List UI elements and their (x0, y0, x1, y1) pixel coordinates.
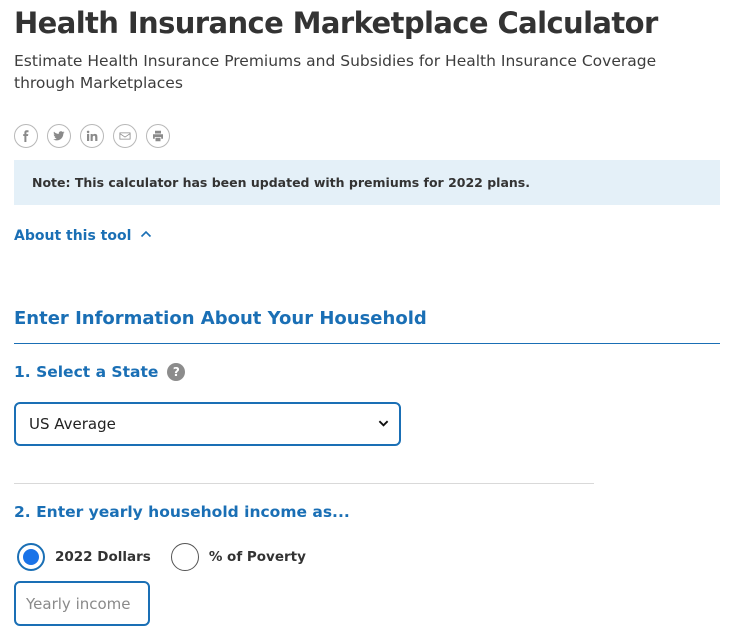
state-step-label-text: 1. Select a State (14, 363, 159, 381)
chevron-down-icon (378, 415, 389, 433)
household-section-heading: Enter Information About Your Household (14, 308, 427, 329)
income-step-label-text: 2. Enter yearly household income as... (14, 503, 350, 521)
print-icon (152, 127, 164, 146)
linkedin-icon (86, 127, 98, 146)
print-button[interactable] (146, 124, 170, 148)
linkedin-share-button[interactable] (80, 124, 104, 148)
income-step-label: 2. Enter yearly household income as... (14, 503, 350, 521)
twitter-share-button[interactable] (47, 124, 71, 148)
radio-option-poverty[interactable]: % of Poverty (170, 543, 306, 571)
radio-dollars[interactable] (17, 543, 45, 571)
step-divider (14, 483, 594, 484)
income-type-radio-group: 2022 Dollars % of Poverty (17, 543, 326, 571)
state-select-value: US Average (29, 415, 116, 433)
update-note-text: Note: This calculator has been updated w… (32, 175, 530, 190)
radio-selected-dot (23, 549, 39, 565)
share-bar (14, 124, 170, 148)
radio-poverty-label: % of Poverty (208, 549, 306, 565)
radio-poverty[interactable] (170, 543, 199, 571)
help-icon[interactable]: ? (167, 363, 186, 381)
about-this-tool-toggle[interactable]: About this tool (14, 228, 152, 244)
page-subtitle: Estimate Health Insurance Premiums and S… (14, 52, 657, 92)
update-note: Note: This calculator has been updated w… (14, 160, 720, 205)
state-select[interactable]: US Average (14, 402, 401, 446)
section-divider (14, 343, 720, 344)
radio-option-dollars[interactable]: 2022 Dollars (17, 543, 151, 571)
twitter-icon (53, 127, 65, 146)
email-icon (119, 127, 131, 146)
chevron-up-icon (140, 228, 152, 244)
yearly-income-input[interactable] (14, 581, 150, 626)
facebook-share-button[interactable] (14, 124, 38, 148)
state-step-label: 1. Select a State ? (14, 363, 186, 381)
radio-dollars-label: 2022 Dollars (55, 549, 151, 565)
email-share-button[interactable] (113, 124, 137, 148)
about-this-tool-label: About this tool (14, 228, 132, 244)
facebook-icon (20, 127, 32, 146)
page-title: Health Insurance Marketplace Calculator (14, 6, 658, 40)
